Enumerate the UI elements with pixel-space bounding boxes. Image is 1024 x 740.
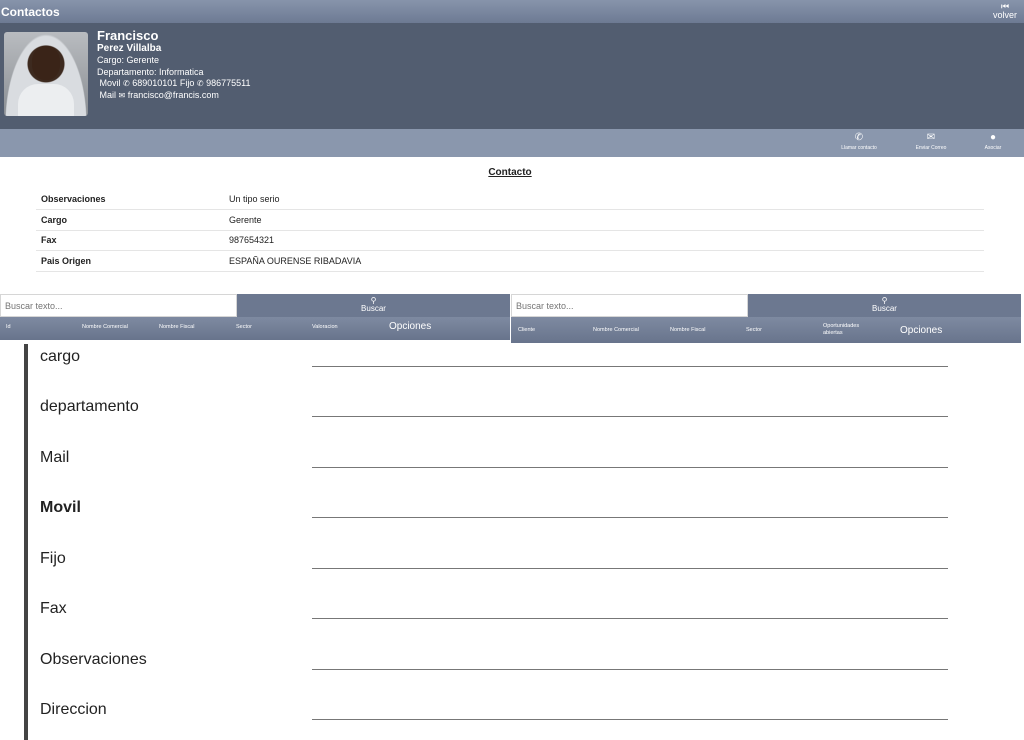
form-field-departamento: departamento [40, 398, 948, 428]
left-search-input[interactable] [0, 294, 237, 317]
send-mail-label: Enviar Correo [915, 145, 947, 151]
column-header[interactable]: abiertas [823, 330, 843, 336]
form-field-fijo: Fijo [40, 550, 948, 580]
detail-key: Observaciones [36, 189, 224, 211]
fijo-field[interactable] [312, 568, 948, 569]
mail-field[interactable] [312, 467, 948, 468]
table-row: Pais Origen ESPAÑA OURENSE RIBADAVIA [36, 250, 984, 272]
right-search-button[interactable]: ⚲ Buscar [748, 294, 1021, 317]
form-field-movil: Movil [40, 499, 948, 529]
page-title: Contactos [1, 5, 60, 19]
contact-section-title: Contacto [488, 167, 532, 178]
envelope-icon: ✉ [926, 132, 936, 143]
right-search-input[interactable] [511, 294, 748, 317]
profile-header: Francisco Perez Villalba Cargo: Gerente … [0, 23, 1024, 129]
contact-details-table: Observaciones Un tipo serio Cargo Gerent… [36, 189, 984, 272]
table-row: Observaciones Un tipo serio [36, 189, 984, 211]
form-field-observaciones: Observaciones [40, 651, 948, 681]
movil-label: Movil [99, 78, 121, 88]
profile-first-name: Francisco [97, 28, 159, 43]
right-table-header: Cliente Nombre Comercial Nombre Fiscal S… [511, 317, 1021, 343]
column-header[interactable]: Opciones [389, 321, 431, 332]
profile-last-name: Perez Villalba [97, 43, 162, 54]
send-mail-button[interactable]: ✉ Enviar Correo [901, 132, 961, 152]
fax-field[interactable] [312, 618, 948, 619]
field-label: Movil [40, 499, 81, 516]
field-label: cargo [40, 348, 81, 365]
avatar [4, 32, 88, 116]
field-label: Direccion [40, 701, 107, 718]
column-header[interactable]: Sector [236, 324, 252, 330]
column-header[interactable]: Nombre Fiscal [670, 327, 705, 333]
profile-departamento: Departamento: Informatica [97, 66, 204, 77]
fijo-label: Fijo [179, 78, 195, 88]
phone-icon: ✆ [196, 79, 204, 88]
right-search-button-label: Buscar [872, 304, 897, 313]
field-label: Fijo [40, 550, 66, 567]
actions-bar: ✆ Llamar contacto ✉ Enviar Correo ● Asoc… [0, 129, 1024, 157]
column-header[interactable]: Nombre Comercial [593, 327, 639, 333]
column-header[interactable]: Opciones [900, 325, 942, 336]
phone-icon: ✆ [123, 79, 130, 88]
profile-info: Francisco Perez Villalba Cargo: Gerente … [97, 29, 250, 101]
top-bar: Contactos ⏮ volver [0, 0, 1024, 23]
column-header[interactable]: Nombre Fiscal [159, 324, 194, 330]
left-search-button-label: Buscar [361, 304, 386, 313]
movil-field[interactable] [312, 517, 948, 518]
observaciones-field[interactable] [312, 669, 948, 670]
detail-value: Gerente [224, 209, 984, 231]
detail-key: Fax [36, 230, 224, 252]
profile-phones: Movil ✆ 689010101 Fijo ✆ 986775511 [97, 78, 251, 90]
form-side-bar [24, 344, 28, 740]
detail-value: 987654321 [224, 230, 984, 252]
associate-label: Asociar [984, 145, 1002, 151]
right-search-bar: ⚲ Buscar [511, 294, 1021, 317]
direccion-field[interactable] [312, 719, 948, 720]
form-field-mail: Mail [40, 449, 948, 479]
movil-value[interactable]: 689010101 [132, 78, 177, 88]
column-header[interactable]: Valoracion [312, 324, 338, 330]
detail-key: Cargo [36, 209, 224, 231]
envelope-icon: ✉ [118, 90, 126, 100]
field-label: Observaciones [40, 651, 147, 668]
detail-value: ESPAÑA OURENSE RIBADAVIA [224, 250, 984, 272]
form-field-cargo: cargo [40, 348, 948, 378]
departamento-field[interactable] [312, 416, 948, 417]
mail-value[interactable]: francisco@francis.com [128, 90, 219, 100]
call-contact-button[interactable]: ✆ Llamar contacto [829, 132, 889, 152]
mail-label: Mail [99, 89, 117, 100]
field-label: departamento [40, 398, 139, 415]
detail-value: Un tipo serio [224, 189, 984, 211]
table-row: Cargo Gerente [36, 209, 984, 231]
left-search-bar: ⚲ Buscar [0, 294, 510, 317]
profile-cargo: Cargo: Gerente [97, 55, 160, 65]
detail-key: Pais Origen [36, 250, 224, 272]
back-label: volver [992, 10, 1017, 20]
column-header[interactable]: Nombre Comercial [82, 324, 128, 330]
fijo-value[interactable]: 986775511 [206, 78, 250, 88]
form-field-direccion: Direccion [40, 701, 948, 731]
field-label: Mail [40, 449, 70, 466]
form-field-fax: Fax [40, 600, 948, 630]
left-search-button[interactable]: ⚲ Buscar [237, 294, 510, 317]
column-header[interactable]: Id [6, 324, 11, 330]
associate-button[interactable]: ● Asociar [963, 132, 1023, 152]
field-label: Fax [40, 600, 67, 617]
table-row: Fax 987654321 [36, 230, 984, 252]
phone-icon: ✆ [854, 132, 864, 143]
profile-mail: Mail ✉ francisco@francis.com [97, 90, 250, 102]
call-contact-label: Llamar contacto [841, 145, 877, 151]
contact-form: cargo departamento Mail Movil Fijo Fax O… [0, 344, 1024, 740]
left-table-header: Id Nombre Comercial Nombre Fiscal Sector… [0, 317, 510, 340]
user-icon: ● [989, 132, 997, 143]
column-header[interactable]: Sector [746, 327, 762, 333]
column-header[interactable]: Cliente [518, 327, 535, 333]
cargo-field[interactable] [312, 366, 948, 367]
column-header[interactable]: Oportunidades [823, 323, 859, 329]
back-button[interactable]: ⏮ volver [990, 2, 1020, 20]
